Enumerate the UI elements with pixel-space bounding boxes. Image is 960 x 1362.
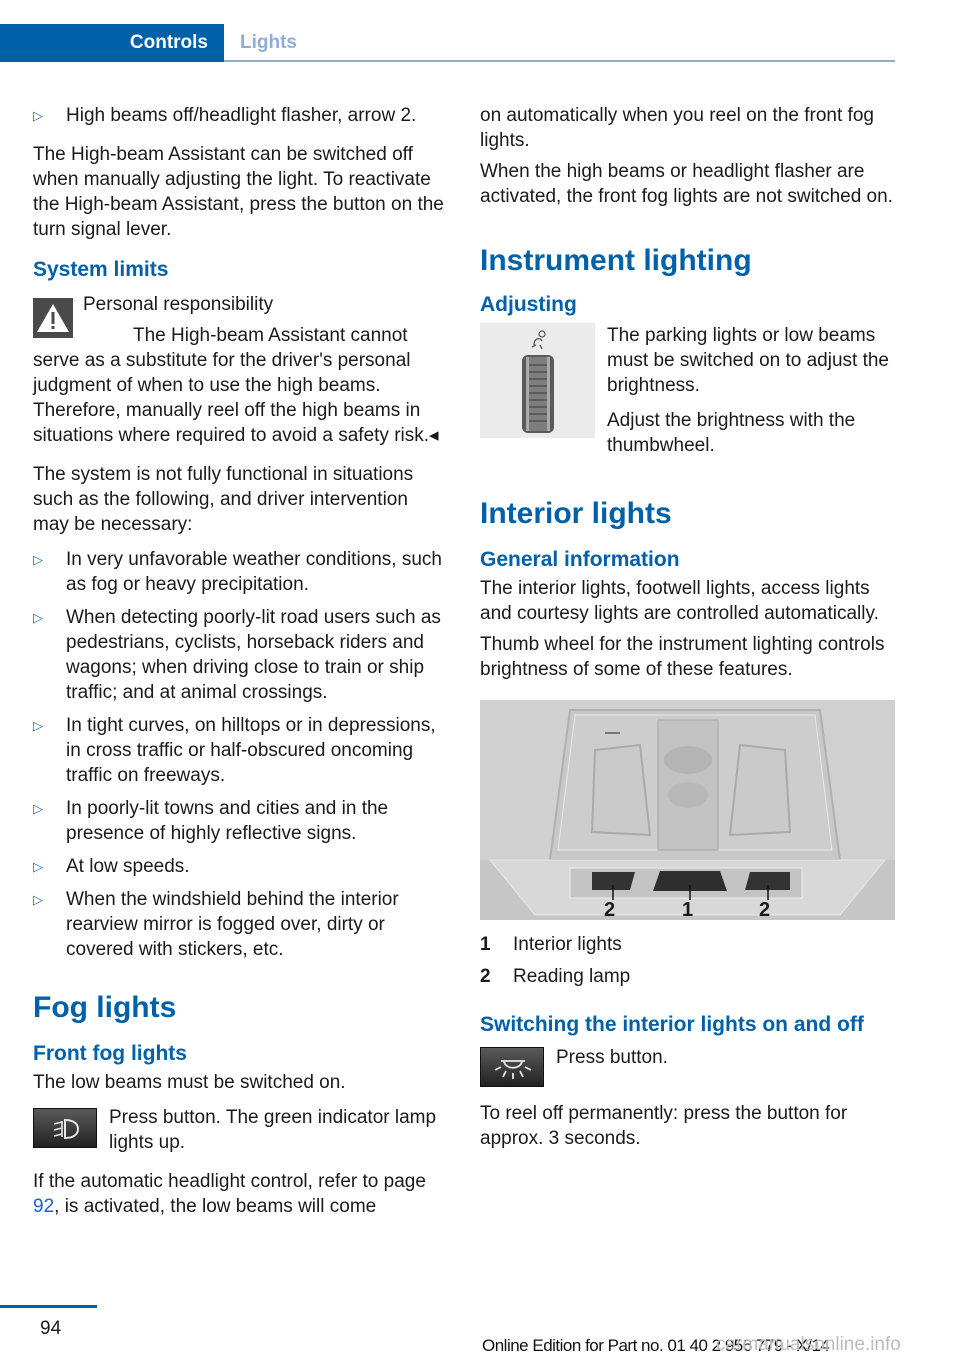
warning-text: The High-beam Assistant cannot serve as … <box>33 325 439 446</box>
thumbwheel-row: The parking lights or low beams must be … <box>480 323 898 468</box>
list-item: ▷ In tight curves, on hilltops or in depr… <box>33 715 436 786</box>
legend-label: Reading lamp <box>513 966 631 987</box>
list-item: ▷ When detecting poorly-lit road users su… <box>33 607 441 703</box>
list-item: ▷ In poorly-lit towns and cities and in t… <box>33 798 389 844</box>
right-column: on automatically when you reel on the fr… <box>480 103 898 1161</box>
heading-interior-lights: Interior lights <box>480 497 672 530</box>
paragraph: To reel off permanently: press the butto… <box>480 1103 848 1149</box>
paragraph: If the automatic headlight control, refe… <box>33 1171 426 1217</box>
paragraph: When the high beams or headlight flasher… <box>480 161 893 207</box>
triangle-bullet-icon: ▷ <box>33 718 43 733</box>
left-column: ▷ High beams off/headlight flasher, arrow… <box>33 103 448 1229</box>
paragraph: The High-beam Assistant can be switched … <box>33 144 444 240</box>
thumbwheel-text: The parking lights or low beams must be … <box>607 323 898 468</box>
fog-button-text: Press button. The green indicator lamp l… <box>109 1107 437 1153</box>
photo-callout-label: 2 <box>759 899 771 921</box>
fog-button-row: Press button. The green indicator lamp l… <box>33 1105 448 1155</box>
paragraph: Adjust the brightness with the thumbwhee… <box>607 410 856 456</box>
triangle-bullet-icon: ▷ <box>33 892 43 907</box>
paragraph: on automatically when you reel on the fr… <box>480 105 874 151</box>
paragraph: Thumb wheel for the instrument lighting … <box>480 634 885 680</box>
section-label: Controls <box>129 32 208 53</box>
legend-row: 2 Reading lamp <box>480 964 898 989</box>
heading-general-information: General information <box>480 548 680 571</box>
legend-row: 1 Interior lights <box>480 932 898 957</box>
page-number: 94 <box>40 1318 62 1339</box>
triangle-bullet-icon: ▷ <box>33 859 43 874</box>
triangle-bullet-icon: ▷ <box>33 108 43 123</box>
paragraph: The parking lights or low beams must be … <box>607 325 889 396</box>
bullet-list-top: ▷ High beams off/headlight flasher, arrow… <box>33 103 448 128</box>
overhead-console-photo: 2 1 2 <box>480 700 895 921</box>
triangle-bullet-icon: ▷ <box>33 552 43 567</box>
interior-button-text: Press button. <box>556 1047 668 1068</box>
legend-number: 1 <box>480 934 491 955</box>
heading-fog-lights: Fog lights <box>33 991 177 1024</box>
triangle-bullet-icon: ▷ <box>33 610 43 625</box>
legend-label: Interior lights <box>513 934 622 955</box>
heading-adjusting: Adjusting <box>480 293 577 316</box>
fog-light-button-icon <box>33 1108 97 1148</box>
system-limits-list: ▷ In very unfavorable weather conditions,… <box>33 547 448 962</box>
section-tab-controls: Controls <box>0 24 224 62</box>
list-item: ▷ When the windshield behind the interior… <box>33 889 399 960</box>
list-item: ▷ In very unfavorable weather conditions,… <box>33 549 442 595</box>
page-header: Controls Lights <box>0 24 895 62</box>
header-divider <box>224 60 895 62</box>
thumbwheel-image <box>480 323 595 438</box>
paragraph: The system is not fully functional in si… <box>33 464 414 535</box>
warning-icon <box>33 298 73 338</box>
warning-block: Personal responsibility The High-beam As… <box>33 292 448 448</box>
paragraph: The low beams must be switched on. <box>33 1072 346 1093</box>
heading-instrument-lighting: Instrument lighting <box>480 244 752 277</box>
interior-button-row: Press button. <box>480 1045 898 1087</box>
paragraph: The interior lights, footwell lights, ac… <box>480 578 879 624</box>
legend-number: 2 <box>480 966 491 987</box>
interior-light-button-icon <box>480 1047 544 1087</box>
footer-divider <box>0 1305 97 1308</box>
watermark: carmanualsonline.info <box>716 1334 901 1355</box>
heading-front-fog-lights: Front fog lights <box>33 1042 187 1065</box>
list-item: ▷ High beams off/headlight flasher, arrow… <box>33 105 417 126</box>
heading-system-limits: System limits <box>33 258 169 281</box>
triangle-bullet-icon: ▷ <box>33 801 43 816</box>
photo-callout-label: 2 <box>604 899 616 921</box>
thumbwheel-icon <box>522 330 554 433</box>
list-item: ▷ At low speeds. <box>33 856 190 877</box>
page-link[interactable]: 92 <box>33 1196 54 1217</box>
subsection-label: Lights <box>240 32 297 53</box>
warning-title: Personal responsibility <box>83 294 274 315</box>
photo-callout-label: 1 <box>682 899 694 921</box>
heading-switching-interior-lights: Switching the interior lights on and off <box>480 1013 864 1036</box>
